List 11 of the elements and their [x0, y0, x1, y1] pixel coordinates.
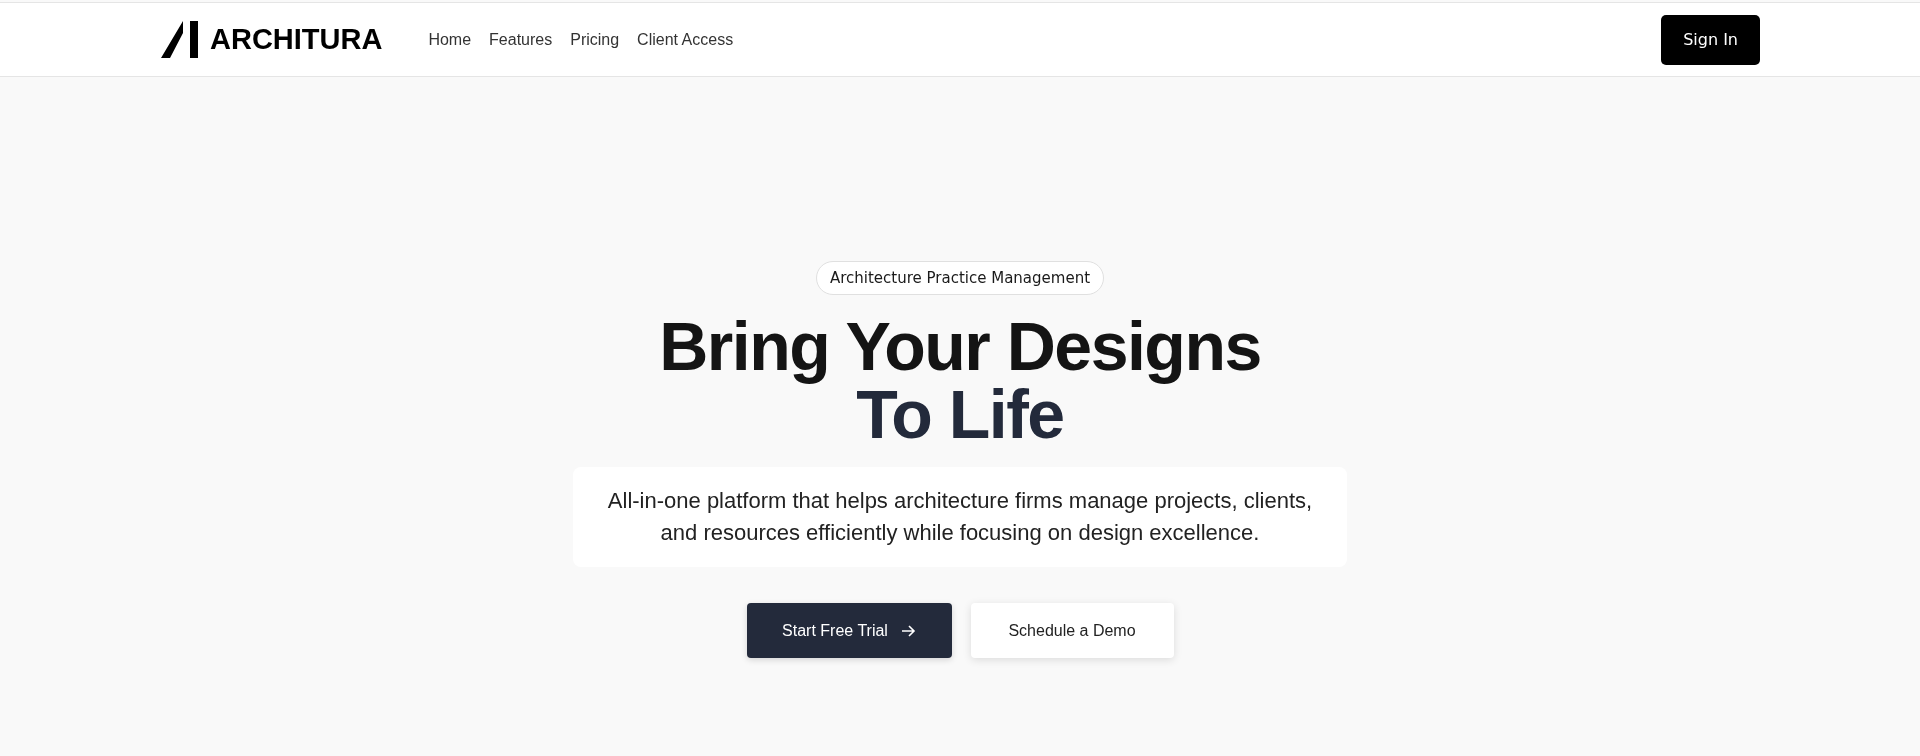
- nav-link[interactable]: Features: [489, 30, 553, 49]
- demo-button[interactable]: Schedule a Demo: [970, 603, 1174, 658]
- subtitle-text: All-in-one platform that helps architecture firms manage projects, clients, and resources efficiently while focusing on design excellence.: [573, 467, 1347, 567]
- start-trial-button[interactable]: Start Free Trial: [746, 603, 952, 658]
- logo-icon: [161, 21, 198, 58]
- nav-link[interactable]: Pricing: [570, 30, 620, 49]
- sign-in-button[interactable]: Sign In: [1661, 14, 1760, 65]
- nav-link[interactable]: Home: [428, 30, 472, 49]
- nav-link[interactable]: Client Access: [637, 30, 734, 49]
- logo-text: ARCHITURA: [210, 23, 383, 56]
- category-badge: Architecture Practice Management: [815, 261, 1105, 295]
